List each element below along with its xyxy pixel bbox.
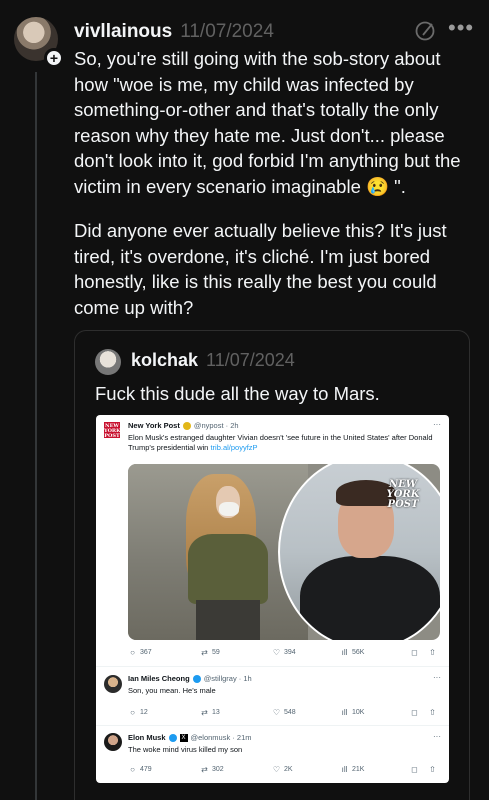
reply2-avatar	[104, 733, 122, 751]
quote-text: Fuck this dude all the way to Mars.	[95, 383, 380, 404]
tweet-handle: @nypost · 2h	[193, 421, 239, 430]
follow-plus-icon[interactable]: +	[44, 48, 64, 68]
tweet-photo: NEW YORK POST	[128, 464, 440, 640]
views-icon: ıll	[341, 648, 348, 657]
photo-nypost-badge: NEW YORK POST	[386, 479, 420, 510]
nypost-logo: NEW YORK POST	[104, 422, 121, 439]
compose-icon[interactable]	[414, 20, 436, 42]
like-count: 2K	[284, 766, 293, 773]
reply1-more-icon: ···	[433, 673, 441, 682]
views-icon: ıll	[341, 765, 348, 774]
divider	[96, 725, 449, 726]
post-date: 11/07/2024	[180, 21, 274, 42]
reply-count: 367	[140, 649, 152, 656]
reply1-text: Son, you mean. He's male	[128, 686, 216, 695]
like-icon: ♡	[272, 708, 281, 717]
tweet-actions: ○ 367 ⇄ 59 ♡ 394 ıll 56K ◻ ⇧	[128, 648, 440, 660]
reply1-handle: @stillgray · 1h	[203, 674, 252, 683]
quoted-post[interactable]: kolchak 11/07/2024 Fuck this dude all th…	[74, 330, 470, 800]
like-icon: ♡	[272, 765, 281, 774]
reply2-text: The woke mind virus killed my son	[128, 745, 243, 754]
repost-count: 59	[212, 649, 220, 656]
embedded-screenshot[interactable]: NEW YORK POST New York Post @nypost · 2h ·…	[96, 415, 449, 783]
reply2-actions: ○ 479 ⇄ 302 ♡ 2K ıll 21K ◻ ⇧	[128, 765, 440, 777]
thread-line	[35, 72, 37, 800]
post-paragraph-1: So, you're still going with the sob-stor…	[74, 48, 461, 197]
verified-blue-icon	[168, 733, 177, 742]
tweet-link: trib.al/poyyfzP	[210, 443, 258, 452]
reply2-author: Elon Musk	[128, 733, 166, 742]
reply2-handle: @elonmusk · 21m	[190, 733, 252, 742]
share-icon: ⇧	[429, 708, 436, 717]
quote-header: kolchak 11/07/2024	[131, 350, 295, 371]
verified-gold-icon	[182, 421, 191, 430]
repost-icon: ⇄	[201, 648, 208, 657]
bookmark-icon: ◻	[411, 708, 418, 717]
bookmark-icon: ◻	[411, 765, 418, 774]
more-icon[interactable]: •••	[448, 17, 474, 40]
reply1-header: Ian Miles Cheong @stillgray · 1h	[128, 674, 252, 683]
reply1-avatar	[104, 675, 122, 693]
reply-count: 479	[140, 766, 152, 773]
tweet-author: New York Post	[128, 421, 180, 430]
reply2-more-icon: ···	[433, 732, 441, 741]
repost-icon: ⇄	[201, 708, 208, 717]
like-count: 394	[284, 649, 296, 656]
tweet-more-icon: ···	[433, 420, 441, 429]
reply-icon: ○	[130, 708, 135, 717]
bookmark-icon: ◻	[411, 648, 418, 657]
repost-icon: ⇄	[201, 765, 208, 774]
reply2-header: Elon Musk X @elonmusk · 21m	[128, 733, 251, 742]
quote-avatar[interactable]	[95, 349, 121, 375]
share-icon: ⇧	[429, 765, 436, 774]
views-count: 21K	[352, 766, 365, 773]
post-paragraph-2: Did anyone ever actually believe this? I…	[74, 220, 447, 318]
repost-count: 302	[212, 766, 224, 773]
like-count: 548	[284, 709, 296, 716]
repost-count: 13	[212, 709, 220, 716]
quote-date: 11/07/2024	[206, 350, 295, 370]
reply1-actions: ○ 12 ⇄ 13 ♡ 548 ıll 10K ◻ ⇧	[128, 708, 440, 720]
like-icon: ♡	[272, 648, 281, 657]
quote-username[interactable]: kolchak	[131, 350, 198, 371]
reply-count: 12	[140, 709, 148, 716]
post-header: vivllainous 11/07/2024	[74, 19, 274, 45]
tweet-text: Elon Musk's estranged daughter Vivian do…	[128, 433, 438, 453]
views-icon: ıll	[341, 708, 348, 717]
views-count: 56K	[352, 649, 365, 656]
tweet-header: New York Post @nypost · 2h	[128, 421, 239, 430]
verified-blue-icon	[192, 674, 201, 683]
reply-icon: ○	[130, 648, 135, 657]
share-icon: ⇧	[429, 648, 436, 657]
reply1-author: Ian Miles Cheong	[128, 674, 190, 683]
reply-icon: ○	[130, 765, 135, 774]
username[interactable]: vivllainous	[74, 21, 172, 43]
views-count: 10K	[352, 709, 365, 716]
divider	[96, 666, 449, 667]
x-logo-icon: X	[179, 733, 188, 742]
tweet-body: Elon Musk's estranged daughter Vivian do…	[128, 433, 433, 452]
